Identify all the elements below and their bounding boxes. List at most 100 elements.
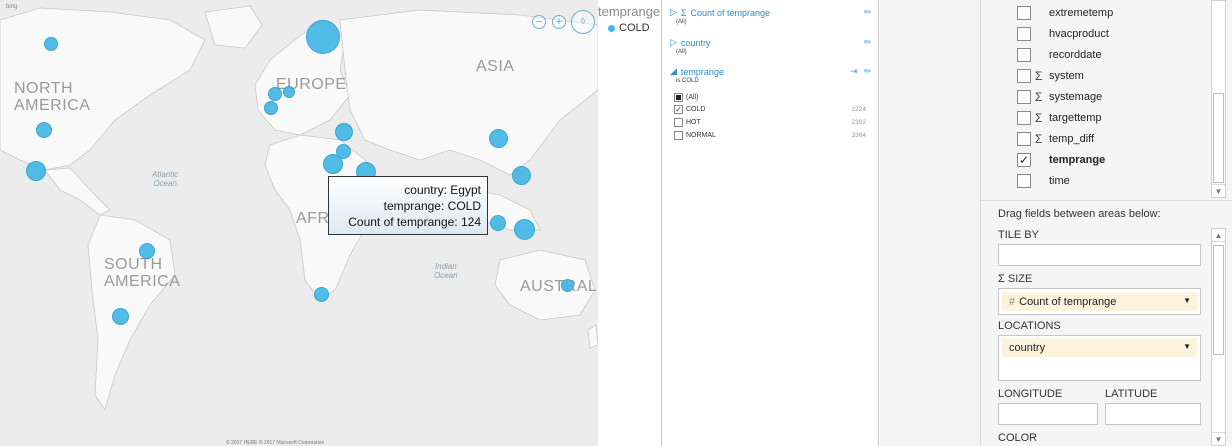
ocean-label-indian: Indian Ocean bbox=[434, 262, 458, 280]
field-row-temp-diff[interactable]: Σ temp_diff bbox=[1017, 128, 1094, 149]
pane-gutter bbox=[880, 0, 980, 446]
scroll-down-icon[interactable]: ▼ bbox=[1212, 184, 1225, 197]
field-checkbox-checked[interactable]: ✓ bbox=[1017, 152, 1031, 167]
field-row-system[interactable]: Σ system bbox=[1017, 65, 1084, 86]
checkbox-unchecked[interactable] bbox=[674, 131, 683, 140]
pan-icon[interactable]: ◊ bbox=[571, 10, 595, 34]
scrollbar-thumb[interactable] bbox=[1213, 93, 1224, 183]
map-bubble[interactable] bbox=[335, 123, 353, 141]
map-bubble[interactable] bbox=[490, 215, 506, 231]
field-checkbox[interactable] bbox=[1017, 89, 1031, 104]
tooltip-country: country: Egypt bbox=[404, 183, 481, 197]
map-bubble[interactable] bbox=[36, 122, 52, 138]
filter-option-all[interactable]: (All) bbox=[674, 93, 866, 102]
sigma-icon: Σ bbox=[998, 273, 1005, 285]
tile-by-drop-zone[interactable] bbox=[998, 244, 1201, 266]
field-checkbox[interactable] bbox=[1017, 131, 1031, 146]
zoom-out-icon[interactable]: − bbox=[532, 15, 546, 29]
filter-pane: ▷ Σ Count of temprange (All) ✏ ▷ country… bbox=[661, 0, 879, 446]
filter-temprange-label: temprange bbox=[680, 66, 724, 77]
field-label: temp_diff bbox=[1049, 132, 1095, 145]
filter-option-label: (All) bbox=[686, 94, 699, 101]
power-map-report: bing NORTH AMERICA EUROPE ASIA SOUTH AME… bbox=[0, 0, 1232, 446]
filter-option-normal[interactable]: NORMAL 3384 bbox=[674, 131, 866, 140]
size-drop-zone[interactable]: # Count of temprange ▼ bbox=[998, 288, 1201, 315]
filter-option-cold[interactable]: ✓ COLD 2224 bbox=[674, 105, 866, 114]
checkbox-unchecked[interactable] bbox=[674, 118, 683, 127]
field-checkbox[interactable] bbox=[1017, 173, 1031, 188]
field-label: targettemp bbox=[1049, 111, 1102, 124]
map-bubble[interactable] bbox=[489, 129, 508, 148]
filter-option-count: 2224 bbox=[851, 106, 866, 113]
map-bubble[interactable] bbox=[264, 101, 278, 115]
filter-mode-icon[interactable]: ⇥ bbox=[850, 66, 858, 77]
checkbox-checked[interactable]: ✓ bbox=[674, 105, 683, 114]
legend-title: temprange bbox=[598, 4, 661, 19]
map-canvas[interactable]: bing NORTH AMERICA EUROPE ASIA SOUTH AME… bbox=[0, 0, 598, 446]
scrollbar-thumb[interactable] bbox=[1213, 245, 1224, 355]
field-checkbox[interactable] bbox=[1017, 110, 1031, 125]
map-bubble[interactable] bbox=[139, 243, 155, 259]
filter-country-value: (All) bbox=[676, 49, 687, 55]
filter-count-header[interactable]: ▷ Σ Count of temprange bbox=[670, 7, 770, 18]
longitude-drop-zone[interactable] bbox=[998, 403, 1098, 425]
continent-label-asia: ASIA bbox=[476, 58, 515, 75]
eraser-icon[interactable]: ✏ bbox=[864, 7, 872, 18]
scroll-down-icon[interactable]: ▼ bbox=[1212, 432, 1225, 445]
scroll-up-icon[interactable]: ▲ bbox=[1212, 229, 1225, 242]
field-row-hvacproduct[interactable]: hvacproduct bbox=[1017, 23, 1109, 44]
filter-option-hot[interactable]: HOT 2392 bbox=[674, 118, 866, 127]
filter-option-label: NORMAL bbox=[686, 132, 716, 139]
map-bubble[interactable] bbox=[306, 20, 340, 54]
collapse-arrow-icon[interactable]: ◢ bbox=[670, 66, 677, 77]
chevron-down-icon[interactable]: ▼ bbox=[1183, 296, 1191, 305]
areas-scrollbar[interactable]: ▲ ▼ bbox=[1211, 228, 1226, 446]
locations-drop-zone[interactable]: country ▼ bbox=[998, 335, 1201, 381]
map-bubble-egypt[interactable] bbox=[323, 154, 343, 174]
map-bubble[interactable] bbox=[112, 308, 129, 325]
legend-swatch bbox=[608, 24, 615, 32]
filter-temprange-header[interactable]: ◢ temprange bbox=[670, 66, 724, 77]
filter-country-header[interactable]: ▷ country bbox=[670, 37, 710, 48]
zoom-in-icon[interactable]: + bbox=[552, 15, 566, 29]
size-field-pill[interactable]: # Count of temprange ▼ bbox=[1002, 292, 1197, 311]
legend-item-cold: COLD bbox=[608, 22, 650, 34]
eraser-icon[interactable]: ✏ bbox=[864, 66, 872, 77]
field-row-targettemp[interactable]: Σ targettemp bbox=[1017, 107, 1102, 128]
map-bubble[interactable] bbox=[314, 287, 329, 302]
field-row-time[interactable]: time bbox=[1017, 170, 1070, 191]
field-checkbox[interactable] bbox=[1017, 26, 1031, 41]
field-row-recorddate[interactable]: recorddate bbox=[1017, 44, 1102, 65]
legend-label: COLD bbox=[619, 22, 650, 34]
field-list-panel: extremetemp hvacproduct recorddate Σ sys… bbox=[980, 0, 1232, 446]
expand-arrow-icon[interactable]: ▷ bbox=[670, 37, 677, 48]
chevron-down-icon[interactable]: ▼ bbox=[1183, 342, 1191, 351]
map-bubble[interactable] bbox=[44, 37, 58, 51]
field-checkbox[interactable] bbox=[1017, 47, 1031, 62]
map-bubble[interactable] bbox=[26, 161, 46, 181]
checkbox-partial[interactable] bbox=[674, 93, 683, 102]
latitude-drop-zone[interactable] bbox=[1105, 403, 1201, 425]
field-row-temprange[interactable]: ✓ temprange bbox=[1017, 149, 1105, 170]
field-row-extremetemp[interactable]: extremetemp bbox=[1017, 2, 1113, 23]
map-bubble[interactable] bbox=[514, 219, 535, 240]
ocean-label-atlantic: Atlantic Ocean bbox=[152, 170, 179, 188]
continent-label-north-america: NORTH AMERICA bbox=[14, 80, 91, 114]
field-checkbox[interactable] bbox=[1017, 5, 1031, 20]
field-checkbox[interactable] bbox=[1017, 68, 1031, 83]
map-bubble[interactable] bbox=[283, 86, 295, 98]
expand-arrow-icon[interactable]: ▷ bbox=[670, 7, 677, 18]
map-copyright: © 2017 HERE © 2017 Microsoft Corporation bbox=[226, 440, 325, 446]
locations-field-pill[interactable]: country ▼ bbox=[1002, 338, 1197, 357]
map-bubble[interactable] bbox=[268, 87, 282, 101]
field-row-systemage[interactable]: Σ systemage bbox=[1017, 86, 1102, 107]
map-bubble[interactable] bbox=[512, 166, 531, 185]
eraser-icon[interactable]: ✏ bbox=[864, 37, 872, 48]
field-label: temprange bbox=[1049, 153, 1106, 166]
map-bubble[interactable] bbox=[561, 279, 574, 292]
hash-icon: # bbox=[1009, 295, 1016, 308]
field-list-scrollbar[interactable]: ▼ bbox=[1211, 0, 1226, 198]
filter-count-label: Count of temprange bbox=[690, 7, 771, 18]
size-label: SIZE bbox=[1007, 273, 1033, 285]
field-label: hvacproduct bbox=[1049, 27, 1109, 40]
